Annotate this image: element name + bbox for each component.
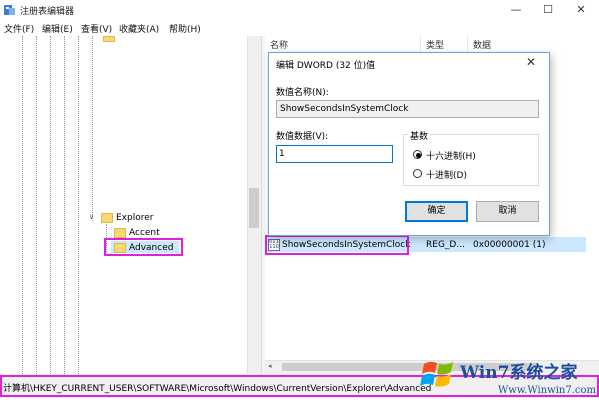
scroll-left-icon[interactable]: ◂	[268, 362, 272, 370]
menu-edit[interactable]: 编辑(E)	[42, 22, 73, 35]
menu-favorites[interactable]: 收藏夹(A)	[119, 22, 159, 35]
radio-selected-dot	[416, 153, 421, 158]
collapse-icon[interactable]: ∨	[89, 213, 94, 221]
tree-item-explorer[interactable]: Explorer	[116, 213, 153, 223]
key-tree-pane[interactable]	[0, 36, 261, 374]
base-label: 基数	[408, 129, 431, 142]
column-separator[interactable]	[467, 36, 468, 52]
column-data-header[interactable]: 数据	[473, 38, 491, 51]
highlight-box-value	[265, 235, 409, 255]
tree-guide-line	[36, 36, 37, 374]
tree-guide-line	[64, 36, 65, 374]
cancel-button[interactable]: 取消	[476, 201, 539, 222]
tree-item-accent[interactable]: Accent	[129, 228, 160, 238]
folder-icon	[101, 213, 113, 223]
ok-button[interactable]: 确定	[405, 201, 468, 222]
minimize-button[interactable]: —	[500, 0, 532, 20]
value-data-input[interactable]	[276, 145, 393, 163]
column-type-header[interactable]: 类型	[426, 38, 444, 51]
windows-logo-icon	[420, 361, 453, 387]
menu-help[interactable]: 帮助(H)	[169, 22, 201, 35]
close-button[interactable]: ✕	[565, 0, 597, 20]
window-title: 注册表编辑器	[20, 7, 75, 17]
radio-decimal-label[interactable]: 十进制(D)	[426, 168, 467, 181]
tree-guide-line	[22, 36, 23, 374]
tree-guide-line	[78, 36, 79, 374]
radio-decimal[interactable]	[413, 169, 422, 178]
value-name-field[interactable]: ShowSecondsInSystemClock	[276, 100, 539, 118]
watermark-brand: Win7系统之家	[460, 363, 578, 383]
dialog-close-button[interactable]: ✕	[526, 55, 536, 69]
menu-view[interactable]: 查看(V)	[81, 22, 112, 35]
radio-hex-label[interactable]: 十六进制(H)	[426, 149, 476, 162]
tree-guide-line	[50, 36, 51, 374]
dialog-title: 编辑 DWORD (32 位)值	[276, 61, 376, 71]
menu-file[interactable]: 文件(F)	[4, 22, 34, 35]
value-data-label: 数值数据(V):	[276, 132, 329, 142]
maximize-button[interactable]: ☐	[532, 0, 564, 20]
column-name-header[interactable]: 名称	[270, 38, 288, 51]
folder-icon	[114, 228, 126, 238]
radio-hex[interactable]	[413, 150, 422, 159]
value-type-cell: REG_D...	[426, 240, 465, 250]
registry-editor-icon	[4, 5, 15, 15]
column-separator[interactable]	[420, 36, 421, 52]
tree-scrollbar-thumb[interactable]	[249, 188, 259, 228]
highlight-box-advanced	[104, 238, 183, 256]
value-data-cell: 0x00000001 (1)	[473, 240, 546, 250]
watermark-url: Www.Winwin7.com	[498, 385, 596, 396]
tree-guide-line	[92, 36, 93, 221]
value-name-label: 数值名称(N):	[276, 88, 329, 98]
folder-icon	[103, 36, 115, 42]
